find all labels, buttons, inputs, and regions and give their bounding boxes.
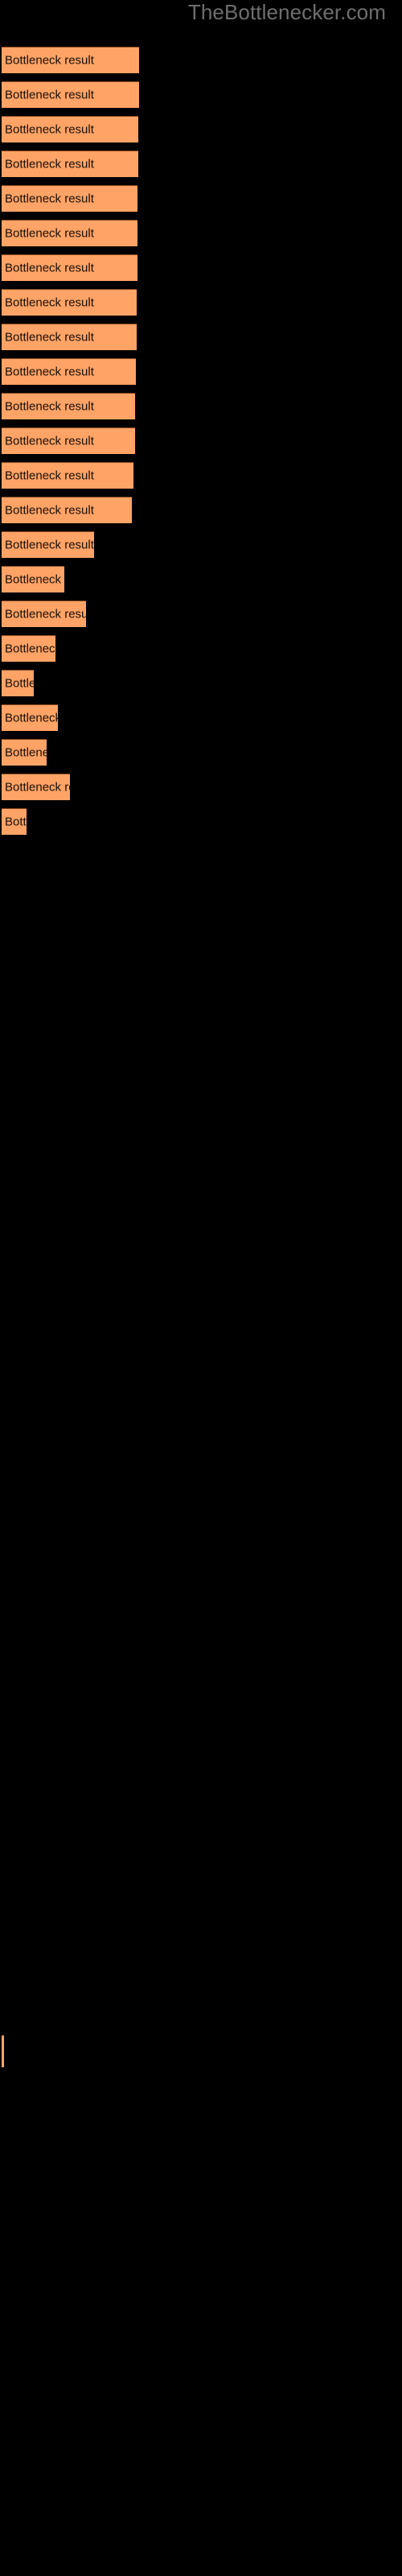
- bar-label: Bottleneck result: [5, 607, 86, 621]
- bar-bottleneck-result[interactable]: Bottleneck result: [2, 462, 133, 489]
- bar-bottleneck-result[interactable]: Bottleneck result: [2, 635, 55, 662]
- bar-bottleneck-result[interactable]: Bottleneck result: [2, 427, 135, 454]
- bar-label: Bottleneck result: [5, 745, 47, 760]
- bar-bottleneck-result[interactable]: Bottleneck result: [2, 393, 135, 419]
- bar-label: Bottleneck result: [5, 676, 34, 691]
- bar-label: Bottleneck result: [5, 330, 94, 345]
- bar-label: Bottleneck result: [5, 157, 94, 171]
- bar-bottleneck-result[interactable]: Bottleneck result: [2, 220, 137, 246]
- bar-bottleneck-result[interactable]: Bottleneck result: [2, 2035, 4, 2067]
- bar-label: Bottleneck result: [5, 469, 94, 483]
- bar-chart-plot: Bottleneck result Bottleneck result Bottle…: [0, 0, 402, 2576]
- bar-bottleneck-result[interactable]: Bottleneck result: [2, 808, 27, 835]
- bar-label: Bottleneck result: [5, 434, 94, 448]
- bar-bottleneck-result[interactable]: Bottleneck result: [2, 151, 138, 177]
- bar-label: Bottleneck result: [5, 572, 64, 587]
- bar-label: Bottleneck result: [5, 122, 94, 137]
- bar-bottleneck-result[interactable]: Bottleneck result: [2, 774, 70, 800]
- bar-label: Bottleneck result: [5, 503, 94, 518]
- bar-label: Bottleneck result: [5, 261, 94, 275]
- bar-bottleneck-result[interactable]: Bottleneck result: [2, 358, 136, 385]
- bar-bottleneck-result[interactable]: Bottleneck result: [2, 289, 137, 316]
- bar-bottleneck-result[interactable]: Bottleneck result: [2, 531, 94, 558]
- bar-label: Bottleneck result: [5, 642, 55, 656]
- bar-bottleneck-result[interactable]: Bottleneck result: [2, 324, 137, 350]
- bar-bottleneck-result[interactable]: Bottleneck result: [2, 47, 139, 73]
- bar-bottleneck-result[interactable]: Bottleneck result: [2, 81, 139, 108]
- bar-bottleneck-result[interactable]: Bottleneck result: [2, 670, 34, 696]
- bar-label: Bottleneck result: [5, 780, 70, 795]
- bar-label: Bottleneck result: [5, 538, 94, 552]
- bar-label: Bottleneck result: [5, 399, 94, 414]
- bar-bottleneck-result[interactable]: Bottleneck result: [2, 601, 86, 627]
- bar-label: Bottleneck result: [5, 53, 94, 68]
- bar-bottleneck-result[interactable]: Bottleneck result: [2, 254, 137, 281]
- bar-bottleneck-result[interactable]: Bottleneck result: [2, 739, 47, 766]
- bar-label: Bottleneck result: [5, 711, 58, 725]
- bar-bottleneck-result[interactable]: Bottleneck result: [2, 116, 138, 142]
- bar-bottleneck-result[interactable]: Bottleneck result: [2, 566, 64, 592]
- bar-label: Bottleneck result: [5, 226, 94, 241]
- bar-label: Bottleneck result: [5, 295, 94, 310]
- bar-bottleneck-result[interactable]: Bottleneck result: [2, 497, 132, 523]
- bar-label: Bottleneck result: [5, 88, 94, 102]
- bar-bottleneck-result[interactable]: Bottleneck result: [2, 704, 58, 731]
- bar-label: Bottleneck result: [5, 192, 94, 206]
- bar-bottleneck-result[interactable]: Bottleneck result: [2, 185, 137, 212]
- bar-label: Bottleneck result: [5, 365, 94, 379]
- bar-label: Bottleneck result: [5, 815, 27, 829]
- chart-canvas: TheBottlenecker.com Bottleneck result Bot…: [0, 0, 402, 2576]
